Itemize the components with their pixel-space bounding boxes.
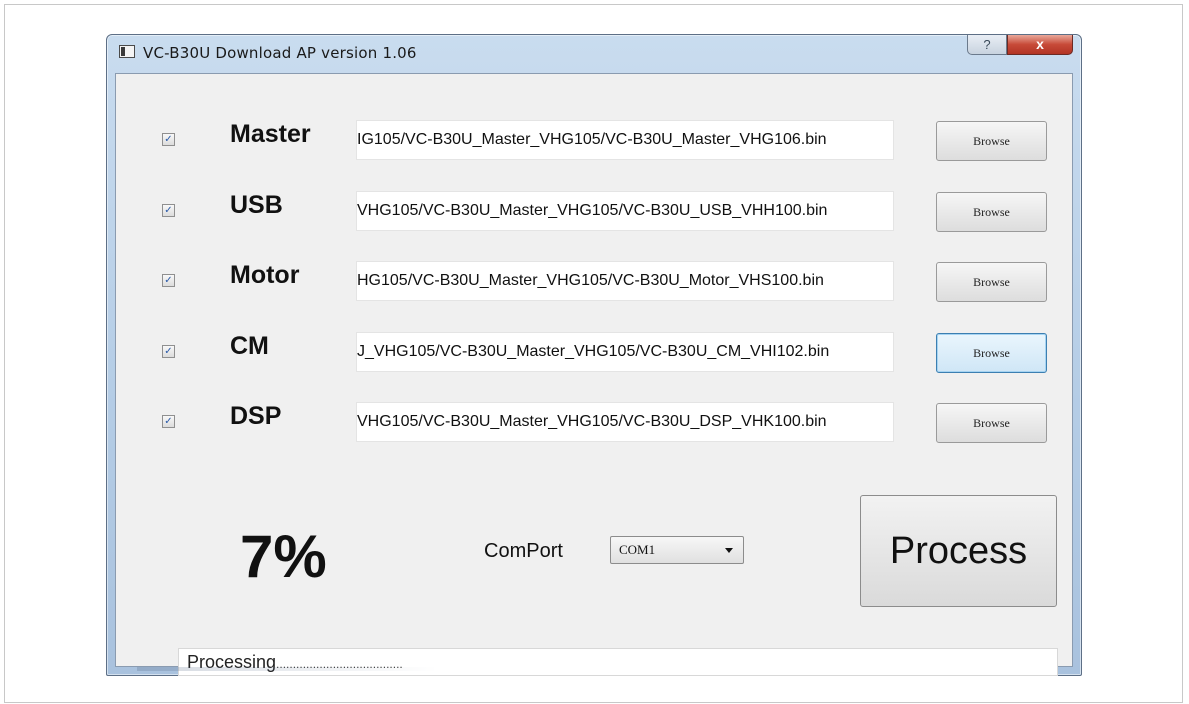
window-title: VC-B30U Download AP version 1.06 bbox=[143, 44, 417, 62]
close-button[interactable]: x bbox=[1007, 35, 1073, 55]
help-button[interactable]: ? bbox=[967, 35, 1007, 55]
file-row-motor: ✓ Motor HG105/VC-B30U_Master_VHG105/VC-B… bbox=[116, 259, 1072, 303]
process-button[interactable]: Process bbox=[860, 495, 1057, 607]
usb-label: USB bbox=[230, 191, 283, 219]
usb-checkbox[interactable]: ✓ bbox=[162, 204, 175, 217]
window-bottom-shadow bbox=[137, 667, 437, 671]
motor-label: Motor bbox=[230, 261, 300, 289]
cm-path-field[interactable]: J_VHG105/VC-B30U_Master_VHG105/VC-B30U_C… bbox=[356, 332, 894, 372]
cm-label: CM bbox=[230, 332, 269, 360]
client-area: ✓ Master IG105/VC-B30U_Master_VHG105/VC-… bbox=[115, 73, 1073, 676]
file-row-dsp: ✓ DSP VHG105/VC-B30U_Master_VHG105/VC-B3… bbox=[116, 400, 1072, 444]
motor-path-field[interactable]: HG105/VC-B30U_Master_VHG105/VC-B30U_Moto… bbox=[356, 261, 894, 301]
motor-checkbox[interactable]: ✓ bbox=[162, 274, 175, 287]
usb-browse-button[interactable]: Browse bbox=[936, 192, 1047, 232]
dsp-label: DSP bbox=[230, 402, 282, 430]
file-row-usb: ✓ USB VHG105/VC-B30U_Master_VHG105/VC-B3… bbox=[116, 189, 1072, 233]
comport-value: COM1 bbox=[619, 542, 656, 557]
master-label: Master bbox=[230, 120, 311, 148]
chevron-down-icon bbox=[725, 548, 733, 553]
app-icon bbox=[119, 45, 135, 58]
master-browse-button[interactable]: Browse bbox=[936, 121, 1047, 161]
app-window: VC-B30U Download AP version 1.06 ? x ✓ M… bbox=[106, 34, 1082, 676]
file-row-cm: ✓ CM J_VHG105/VC-B30U_Master_VHG105/VC-B… bbox=[116, 330, 1072, 374]
cm-checkbox[interactable]: ✓ bbox=[162, 345, 175, 358]
comport-label: ComPort bbox=[484, 540, 563, 562]
dsp-browse-button[interactable]: Browse bbox=[936, 403, 1047, 443]
status-bar: Processing..............................… bbox=[178, 648, 1058, 676]
comport-select[interactable]: COM1 bbox=[610, 536, 744, 564]
title-bar: VC-B30U Download AP version 1.06 ? x bbox=[107, 35, 1081, 73]
progress-percent: 7% bbox=[240, 523, 327, 590]
file-row-master: ✓ Master IG105/VC-B30U_Master_VHG105/VC-… bbox=[116, 118, 1072, 162]
motor-browse-button[interactable]: Browse bbox=[936, 262, 1047, 302]
master-path-field[interactable]: IG105/VC-B30U_Master_VHG105/VC-B30U_Mast… bbox=[356, 120, 894, 160]
dsp-checkbox[interactable]: ✓ bbox=[162, 415, 175, 428]
cm-browse-button[interactable]: Browse bbox=[936, 333, 1047, 373]
usb-path-field[interactable]: VHG105/VC-B30U_Master_VHG105/VC-B30U_USB… bbox=[356, 191, 894, 231]
master-checkbox[interactable]: ✓ bbox=[162, 133, 175, 146]
dsp-path-field[interactable]: VHG105/VC-B30U_Master_VHG105/VC-B30U_DSP… bbox=[356, 402, 894, 442]
